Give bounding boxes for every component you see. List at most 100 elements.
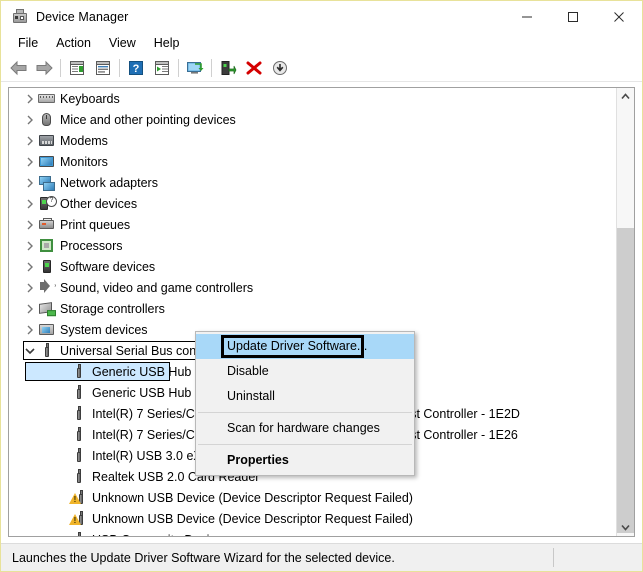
tree-item-print-queues[interactable]: Print queues bbox=[9, 214, 616, 235]
disable-device-icon[interactable] bbox=[267, 56, 293, 80]
tree-item-label: Network adapters bbox=[60, 176, 162, 190]
expand-chevron-icon[interactable] bbox=[22, 151, 38, 172]
scrollbar-thumb[interactable] bbox=[617, 228, 634, 533]
tree-item-label: Keyboards bbox=[60, 92, 124, 106]
scan-for-hardware-changes-icon[interactable] bbox=[182, 56, 208, 80]
show-hide-console-tree-icon[interactable] bbox=[64, 56, 90, 80]
show-hide-action-pane-icon[interactable] bbox=[149, 56, 175, 80]
usb-icon bbox=[70, 405, 87, 422]
tree-item-modems[interactable]: Modems bbox=[9, 130, 616, 151]
tree-item-mice-and-other-pointing-devices[interactable]: Mice and other pointing devices bbox=[9, 109, 616, 130]
minimize-button[interactable] bbox=[504, 1, 550, 32]
menu-help[interactable]: Help bbox=[145, 34, 189, 52]
tree-item-label: Sound, video and game controllers bbox=[60, 281, 257, 295]
toolbar-separator bbox=[178, 59, 179, 77]
scroll-down-button[interactable] bbox=[617, 519, 634, 536]
svg-text:?: ? bbox=[133, 63, 140, 75]
expand-chevron-icon[interactable] bbox=[22, 319, 38, 340]
expand-chevron-icon[interactable] bbox=[22, 109, 38, 130]
maximize-button[interactable] bbox=[550, 1, 596, 32]
device-manager-window: Device Manager File Action View Help bbox=[0, 0, 643, 572]
expand-chevron-icon[interactable] bbox=[22, 130, 38, 151]
expand-chevron-icon[interactable] bbox=[22, 193, 38, 214]
printer-icon bbox=[38, 216, 55, 233]
menu-bar: File Action View Help bbox=[1, 32, 642, 54]
usb-icon bbox=[70, 531, 87, 536]
context-menu-item-properties[interactable]: Properties bbox=[196, 448, 414, 473]
properties-icon[interactable] bbox=[90, 56, 116, 80]
expand-chevron-icon[interactable] bbox=[22, 235, 38, 256]
forward-icon[interactable] bbox=[31, 56, 57, 80]
context-menu-item-label: Properties bbox=[227, 453, 289, 467]
tree-item-label: Unknown USB Device (Device Descriptor Re… bbox=[92, 512, 417, 526]
scroll-up-button[interactable] bbox=[617, 88, 634, 105]
toolbar-separator bbox=[60, 59, 61, 77]
title-bar: Device Manager bbox=[1, 1, 642, 32]
usb-icon bbox=[70, 426, 87, 443]
usb-icon bbox=[70, 384, 87, 401]
expand-chevron-icon[interactable] bbox=[22, 88, 38, 109]
status-bar: Launches the Update Driver Software Wiza… bbox=[1, 543, 642, 571]
tree-item-label: Processors bbox=[60, 239, 127, 253]
tree-item-label: Mice and other pointing devices bbox=[60, 113, 240, 127]
usb-warning-icon bbox=[70, 489, 87, 506]
context-menu-item-scan-for-hardware-changes[interactable]: Scan for hardware changes bbox=[196, 416, 414, 441]
tree-item-label: Generic USB Hub bbox=[92, 386, 195, 400]
menu-view[interactable]: View bbox=[100, 34, 145, 52]
expand-chevron-icon[interactable] bbox=[22, 277, 38, 298]
menu-action[interactable]: Action bbox=[47, 34, 100, 52]
uninstall-device-icon[interactable] bbox=[241, 56, 267, 80]
context-menu-separator bbox=[198, 412, 412, 413]
tree-item-label: Software devices bbox=[60, 260, 159, 274]
tree-item-label: Print queues bbox=[60, 218, 134, 232]
context-menu-item-update-driver-software[interactable]: Update Driver Software... bbox=[196, 334, 414, 359]
tree-item-other-devices[interactable]: ?Other devices bbox=[9, 193, 616, 214]
sound-icon bbox=[38, 279, 55, 296]
tree-item-monitors[interactable]: Monitors bbox=[9, 151, 616, 172]
system-device-icon bbox=[38, 321, 55, 338]
device-tree-pane: Keyboards Mice and other pointing devices… bbox=[8, 87, 635, 537]
usb-icon bbox=[70, 447, 87, 464]
device-manager-icon bbox=[12, 9, 28, 25]
help-icon[interactable]: ? bbox=[123, 56, 149, 80]
tree-item-processors[interactable]: Processors bbox=[9, 235, 616, 256]
tree-item-label: Generic USB Hub bbox=[92, 365, 195, 379]
usb-icon bbox=[38, 342, 55, 359]
context-menu-item-label: Scan for hardware changes bbox=[227, 421, 380, 435]
tree-item-label: Unknown USB Device (Device Descriptor Re… bbox=[92, 491, 417, 505]
context-menu-item-label: Update Driver Software... bbox=[227, 339, 367, 353]
back-icon[interactable] bbox=[5, 56, 31, 80]
close-button[interactable] bbox=[596, 1, 642, 32]
software-device-icon bbox=[38, 258, 55, 275]
tree-item-unknown-usb-device-device-descriptor-request-fai[interactable]: Unknown USB Device (Device Descriptor Re… bbox=[9, 508, 616, 529]
vertical-scrollbar[interactable] bbox=[616, 88, 634, 536]
tree-spacer bbox=[54, 508, 70, 529]
status-pane bbox=[553, 548, 642, 567]
expand-chevron-icon[interactable] bbox=[22, 256, 38, 277]
tree-item-storage-controllers[interactable]: Storage controllers bbox=[9, 298, 616, 319]
tree-spacer bbox=[54, 487, 70, 508]
cpu-icon bbox=[38, 237, 55, 254]
menu-file[interactable]: File bbox=[9, 34, 47, 52]
tree-spacer bbox=[54, 403, 70, 424]
context-menu-item-uninstall[interactable]: Uninstall bbox=[196, 384, 414, 409]
tree-item-label: Monitors bbox=[60, 155, 112, 169]
tree-item-network-adapters[interactable]: Network adapters bbox=[9, 172, 616, 193]
toolbar-separator bbox=[119, 59, 120, 77]
modem-icon bbox=[38, 132, 55, 149]
tree-item-label: Modems bbox=[60, 134, 112, 148]
update-driver-software-icon[interactable] bbox=[215, 56, 241, 80]
expand-chevron-icon[interactable] bbox=[22, 214, 38, 235]
tree-spacer bbox=[54, 382, 70, 403]
expand-chevron-icon[interactable] bbox=[22, 172, 38, 193]
context-menu[interactable]: Update Driver Software... DisableUninstal… bbox=[195, 331, 415, 476]
tree-item-unknown-usb-device-device-descriptor-request-fai[interactable]: Unknown USB Device (Device Descriptor Re… bbox=[9, 487, 616, 508]
tree-item-software-devices[interactable]: Software devices bbox=[9, 256, 616, 277]
tree-item-keyboards[interactable]: Keyboards bbox=[9, 88, 616, 109]
context-menu-separator bbox=[198, 444, 412, 445]
tree-item-sound-video-and-game-controllers[interactable]: Sound, video and game controllers bbox=[9, 277, 616, 298]
tree-spacer bbox=[54, 445, 70, 466]
tree-item-usb-composite-device[interactable]: USB Composite Device bbox=[9, 529, 616, 536]
context-menu-item-disable[interactable]: Disable bbox=[196, 359, 414, 384]
expand-chevron-icon[interactable] bbox=[22, 298, 38, 319]
